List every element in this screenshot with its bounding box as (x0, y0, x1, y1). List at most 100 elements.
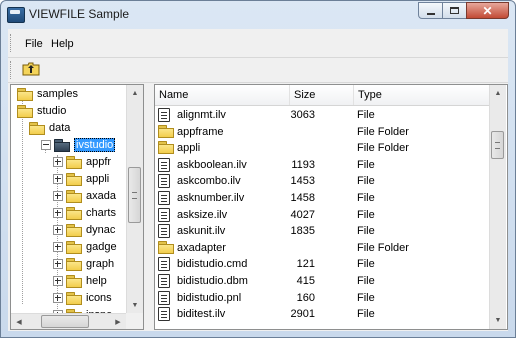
tree-item-charts[interactable]: charts (53, 204, 116, 222)
table-row[interactable]: askunit.ilv 1835 File (155, 223, 489, 240)
scroll-left-icon[interactable]: ◀ (11, 314, 27, 329)
expand-icon[interactable] (53, 174, 63, 184)
tree-hscroll-thumb[interactable] (41, 315, 89, 328)
file-name: askcombo.ilv (177, 175, 241, 188)
file-name: askboolean.ilv (177, 158, 247, 171)
file-type: File (357, 225, 375, 238)
table-row[interactable]: asksize.ilv 4027 File (155, 207, 489, 224)
file-type: File Folder (357, 125, 409, 138)
pane-splitter[interactable] (144, 84, 152, 330)
expand-icon[interactable] (53, 293, 63, 303)
file-name: bidistudio.pnl (177, 291, 242, 304)
tree-item-studio[interactable]: studio (17, 102, 66, 120)
tree-item-samples[interactable]: samples (17, 85, 78, 103)
caption-buttons: ✕ (418, 2, 509, 20)
table-row[interactable]: askcombo.ilv 1453 File (155, 173, 489, 190)
menu-file[interactable]: File (25, 38, 43, 50)
menu-help[interactable]: Help (51, 38, 74, 50)
tree-item-ivstudio[interactable]: ivstudio (41, 136, 116, 154)
minimize-icon (426, 12, 435, 15)
document-icon (158, 307, 170, 322)
scroll-up-icon[interactable]: ▲ (490, 85, 506, 101)
document-icon (158, 224, 170, 239)
document-icon (158, 191, 170, 205)
column-header-name[interactable]: Name (155, 85, 290, 105)
table-row[interactable]: bidistudio.dbm 415 File (155, 273, 489, 290)
tree-item-data[interactable]: data (29, 119, 70, 137)
title-bar[interactable]: VIEWFILE Sample ✕ (1, 1, 515, 29)
expand-icon[interactable] (53, 208, 63, 218)
scroll-right-icon[interactable]: ▶ (110, 314, 126, 329)
file-name: axadapter (177, 241, 226, 254)
expand-icon[interactable] (53, 242, 63, 252)
folder-icon (158, 124, 174, 138)
tree-item-appfr[interactable]: appfr (53, 153, 111, 171)
table-row[interactable]: appframe File Folder (155, 124, 489, 141)
column-header-type[interactable]: Type (354, 85, 489, 105)
file-size: 1193 (291, 158, 315, 171)
up-folder-icon (22, 62, 40, 76)
file-name: appframe (177, 125, 224, 138)
tree-item-icons[interactable]: icons (53, 289, 112, 307)
tree-item-gadge[interactable]: gadge (53, 238, 117, 256)
scroll-corner (126, 313, 143, 329)
file-type: File (357, 208, 375, 221)
tree-horizontal-scrollbar[interactable]: ◀ ▶ (11, 313, 126, 329)
tree-vertical-scrollbar[interactable]: ▲ ▼ (126, 85, 143, 313)
file-size: 1458 (290, 192, 315, 204)
file-type: File (357, 291, 375, 304)
scroll-down-icon[interactable]: ▼ (127, 297, 143, 313)
document-icon (158, 108, 170, 122)
tree-item-graph[interactable]: graph (53, 255, 114, 273)
file-type: File Folder (357, 142, 409, 155)
table-row[interactable]: alignmt.ilv 3063 File (155, 107, 489, 124)
client-area: File Help samples studio data ivstudio a… (8, 29, 508, 331)
app-icon[interactable] (7, 7, 25, 23)
tree-item-label: charts (86, 207, 116, 219)
list-vertical-scrollbar[interactable]: ▲ ▼ (489, 85, 506, 329)
toolbar-grip[interactable] (10, 61, 14, 79)
expand-icon[interactable] (53, 276, 63, 286)
tree-item-appli[interactable]: appli (53, 170, 109, 188)
column-header-size[interactable]: Size (290, 85, 354, 105)
tree-item-help[interactable]: help (53, 272, 107, 290)
expand-icon[interactable] (53, 259, 63, 269)
tree-vscroll-thumb[interactable] (128, 167, 141, 223)
document-icon (158, 290, 170, 305)
expand-icon[interactable] (53, 157, 63, 167)
table-row[interactable]: axadapter File Folder (155, 240, 489, 257)
tree-item-label: graph (86, 258, 115, 270)
close-button[interactable]: ✕ (466, 2, 509, 19)
collapse-icon[interactable] (41, 140, 51, 150)
up-folder-button[interactable] (22, 61, 40, 77)
table-row[interactable]: bidistudio.pnl 160 File (155, 290, 489, 307)
file-type: File (357, 308, 375, 321)
minimize-button[interactable] (418, 2, 443, 19)
table-row[interactable]: biditest.ilv 2901 File (155, 306, 489, 323)
scroll-down-icon[interactable]: ▼ (490, 312, 506, 328)
file-type: File (357, 175, 375, 188)
table-row[interactable]: asknumber.ilv 1458 File (155, 190, 489, 207)
scroll-up-icon[interactable]: ▲ (127, 85, 143, 101)
menubar-grip[interactable] (10, 34, 14, 52)
file-size: 2901 (290, 308, 315, 321)
table-row[interactable]: bidistudio.cmd 121 File (155, 256, 489, 273)
expand-icon[interactable] (53, 191, 63, 201)
file-type: File Folder (357, 241, 409, 254)
document-icon (158, 290, 170, 305)
document-icon (158, 274, 170, 288)
list-vscroll-thumb[interactable] (491, 131, 504, 159)
tree-item-dynac[interactable]: dynac (53, 221, 115, 239)
file-name: asksize.ilv (177, 208, 228, 221)
file-name: asknumber.ilv (177, 192, 245, 204)
window-title: VIEWFILE Sample (29, 7, 130, 21)
file-list[interactable]: Name Size Type alignmt.ilv 3063 File appfra… (154, 84, 508, 330)
folder-tree[interactable]: samples studio data ivstudio appfr appli… (10, 84, 144, 330)
table-row[interactable]: appli File Folder (155, 140, 489, 157)
folder-icon (17, 105, 33, 118)
application-window: VIEWFILE Sample ✕ File Help samples stud… (0, 0, 516, 338)
maximize-button[interactable] (442, 2, 467, 19)
table-row[interactable]: askboolean.ilv 1193 File (155, 157, 489, 174)
expand-icon[interactable] (53, 225, 63, 235)
tree-item-axada[interactable]: axada (53, 187, 116, 205)
